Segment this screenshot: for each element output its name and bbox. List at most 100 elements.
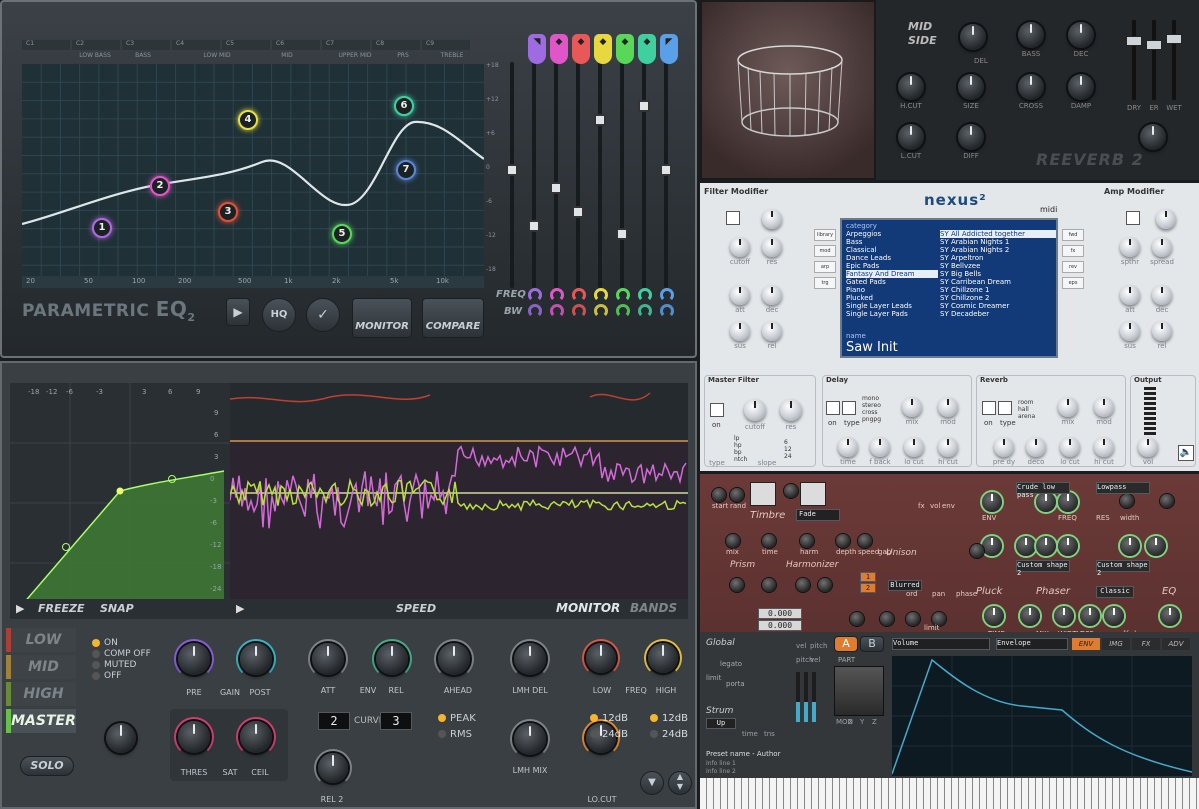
freq-arc[interactable]	[572, 288, 586, 302]
harmor-knob[interactable]	[984, 606, 1004, 626]
delay-type-switch[interactable]	[842, 401, 856, 415]
category-item[interactable]: Classical	[846, 246, 938, 254]
side-tab[interactable]: fx	[1062, 245, 1084, 257]
band-tab[interactable]: MID	[6, 655, 76, 679]
maximus-knob[interactable]	[318, 753, 348, 783]
filter-knob-att[interactable]	[730, 285, 750, 305]
harmor-knob[interactable]	[1160, 606, 1180, 626]
part-b-button[interactable]: B	[860, 636, 884, 652]
curve-a-value[interactable]: 2	[318, 712, 350, 730]
fader-handle[interactable]	[528, 220, 540, 232]
nexus-browser[interactable]: category Arpeggios Bass Classical Dance Lea…	[840, 218, 1058, 358]
category-item[interactable]: Arpeggios	[846, 230, 938, 238]
scroll-down-button[interactable]: ▼	[640, 771, 664, 795]
side-tab[interactable]: library	[814, 229, 836, 241]
harmor-knob[interactable]	[796, 578, 810, 592]
maximus-knob[interactable]	[438, 643, 470, 675]
harmor-knob[interactable]	[1058, 492, 1078, 512]
bw-arc[interactable]	[528, 304, 542, 318]
harmor-knob[interactable]	[1036, 492, 1056, 512]
bw-arc[interactable]	[660, 304, 674, 318]
reverb-mode[interactable]: arena	[1018, 413, 1035, 420]
env-tab[interactable]: FX	[1132, 638, 1160, 650]
bw-arc[interactable]	[594, 304, 608, 318]
eq-node[interactable]: 6	[394, 96, 414, 116]
maximus-knob[interactable]	[586, 643, 616, 673]
fader-handle[interactable]	[1146, 40, 1162, 50]
delay-mode[interactable]: stereo	[862, 402, 881, 409]
fader-handle[interactable]	[616, 228, 628, 240]
category-item[interactable]: Gated Pads	[846, 278, 938, 286]
harmor-knob[interactable]	[730, 488, 744, 502]
env-tab[interactable]: ADV	[1162, 638, 1190, 650]
amp-knob-sus[interactable]	[1120, 321, 1140, 341]
amp-on-switch[interactable]	[1126, 211, 1140, 225]
bands-tab[interactable]: BANDS	[630, 601, 677, 615]
curve-b-value[interactable]: 3	[380, 712, 412, 730]
category-item[interactable]: Fantasy And Dream	[846, 270, 938, 278]
delay-mode[interactable]: mono	[862, 395, 879, 402]
reverb-knob-lcut[interactable]	[898, 124, 924, 150]
side-tab[interactable]: trg	[814, 277, 836, 289]
reverb-knob[interactable]	[1060, 437, 1080, 457]
mode-option[interactable]: OFF	[92, 671, 121, 681]
strum-mode-select[interactable]: Up	[706, 718, 736, 729]
band-type-icon[interactable]: ◆	[572, 34, 590, 64]
maximus-knob[interactable]	[648, 643, 678, 673]
reverb-knob-bass[interactable]	[1018, 22, 1044, 48]
band-type-icon[interactable]: ◥	[528, 34, 546, 64]
delay-mode[interactable]: pngpg	[862, 416, 881, 423]
freq-arc[interactable]	[550, 288, 564, 302]
preset-item[interactable]: SY Chillzone 2	[940, 294, 1056, 302]
bw-arc[interactable]	[572, 304, 586, 318]
filter-knob-sus[interactable]	[730, 321, 750, 341]
category-item[interactable]: Plucked	[846, 294, 938, 302]
harmor-knob[interactable]	[1016, 536, 1036, 556]
vel-slider[interactable]	[812, 672, 816, 722]
reverb-knob-hcut[interactable]	[898, 74, 924, 100]
side-tab[interactable]: eps	[1062, 277, 1084, 289]
side-tab[interactable]: fwd	[1062, 229, 1084, 241]
mf-type-option[interactable]: hp	[734, 442, 742, 449]
eq-node[interactable]: 7	[396, 160, 416, 180]
fader-handle[interactable]	[638, 100, 650, 112]
band-type-icon[interactable]: ◆	[550, 34, 568, 64]
mf-res-knob[interactable]	[780, 399, 802, 421]
harmor-knob[interactable]	[762, 578, 776, 592]
slope-option[interactable]: 12dB	[590, 713, 628, 724]
mf-on-switch[interactable]	[710, 403, 724, 417]
pitch-value[interactable]: 0.000	[758, 608, 802, 619]
reverb-del-knob[interactable]	[960, 24, 986, 50]
fader-handle[interactable]	[1166, 34, 1182, 44]
reverb-knob[interactable]	[1094, 437, 1114, 457]
maximus-knob[interactable]	[178, 721, 210, 753]
side-tab[interactable]: rev	[1062, 261, 1084, 273]
band-tab[interactable]: MASTER	[6, 709, 76, 733]
fader-handle[interactable]	[506, 164, 518, 176]
harmor-knob[interactable]	[726, 534, 740, 548]
slope-option[interactable]: 24dB	[590, 729, 628, 740]
eq-node[interactable]: 5	[332, 224, 352, 244]
reverb-knob-dec[interactable]	[1068, 22, 1094, 48]
harmor-knob[interactable]	[1080, 606, 1100, 626]
eq-node[interactable]: 3	[218, 202, 238, 222]
freq-arc[interactable]	[616, 288, 630, 302]
mode-option[interactable]: ON	[92, 638, 118, 648]
delay-knob[interactable]	[938, 437, 958, 457]
delay-on-switch[interactable]	[826, 401, 840, 415]
harmor-knob[interactable]	[836, 534, 850, 548]
play-icon[interactable]: ▶	[236, 602, 244, 615]
delay-knob[interactable]	[870, 437, 890, 457]
slope-option[interactable]: 12	[784, 446, 792, 453]
amp-knob-spthr[interactable]	[1120, 237, 1140, 257]
mode-option[interactable]: MUTED	[92, 660, 136, 670]
bw-arc[interactable]	[616, 304, 630, 318]
freq-arc[interactable]	[638, 288, 652, 302]
vel-slider[interactable]	[804, 672, 808, 722]
bw-arc[interactable]	[638, 304, 652, 318]
transfer-curve[interactable]	[10, 383, 230, 619]
harmor-knob[interactable]	[1036, 536, 1056, 556]
env-type-select[interactable]: Envelope	[996, 638, 1068, 650]
harmor-knob[interactable]	[1120, 536, 1140, 556]
snap-label[interactable]: SNAP	[100, 602, 134, 615]
